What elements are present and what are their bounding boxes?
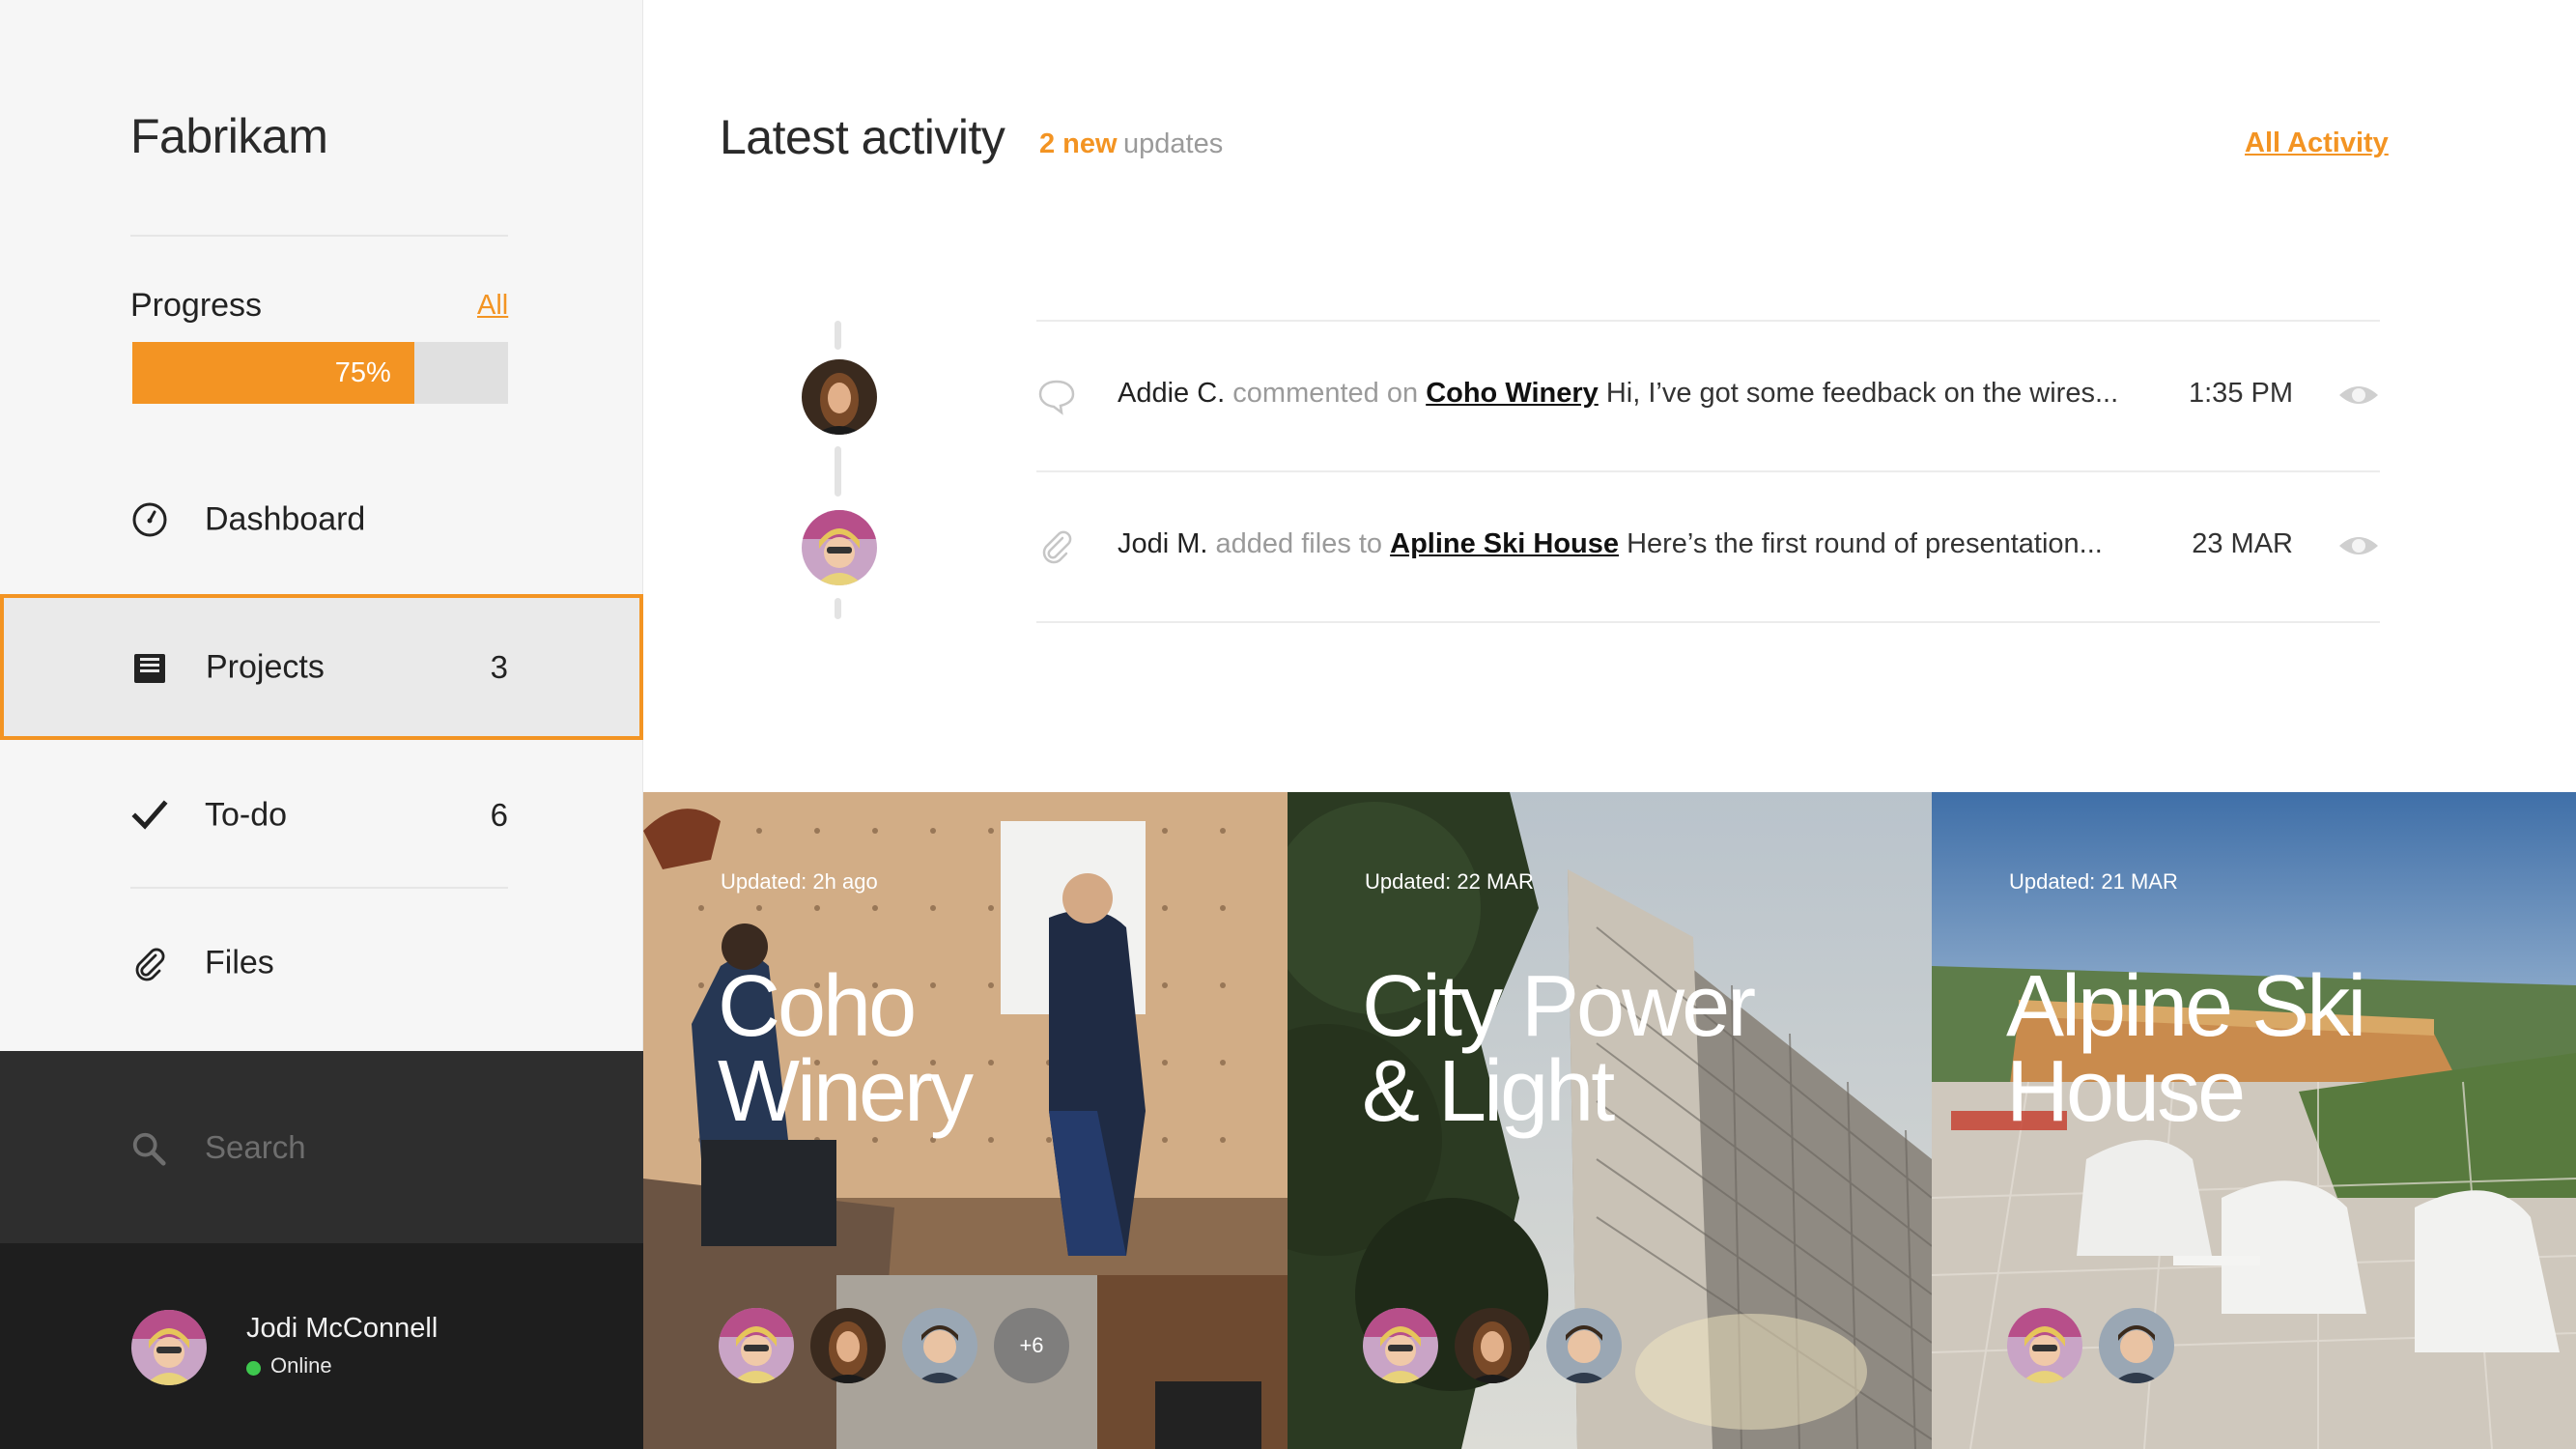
project-title-line: Coho — [718, 958, 917, 1055]
sidebar: Fabrikam Progress All 75% Dashboard Proj… — [0, 0, 643, 1449]
timeline-segment — [835, 321, 841, 350]
eye-icon[interactable] — [2337, 530, 2380, 561]
activity-time: 23 MAR — [2192, 528, 2293, 559]
avatar[interactable] — [902, 1308, 977, 1383]
project-title-line: House — [2006, 1043, 2246, 1140]
avatar[interactable] — [131, 1310, 207, 1385]
user-panel[interactable]: Jodi McConnell Online — [0, 1243, 643, 1449]
checkmark-icon — [131, 800, 168, 830]
sidebar-item-files[interactable]: Files — [0, 891, 643, 1036]
comment-icon — [1038, 380, 1075, 415]
sidebar-item-projects[interactable]: Projects 3 — [0, 594, 643, 740]
search-icon[interactable] — [130, 1130, 167, 1167]
more-members-badge[interactable]: +6 — [994, 1308, 1069, 1383]
avatar[interactable] — [802, 510, 877, 585]
user-name: Jodi McConnell — [246, 1313, 439, 1344]
sidebar-item-count: 6 — [490, 797, 508, 833]
activity-item[interactable]: Addie C. commented on Coho Winery Hi, I’… — [1036, 320, 2380, 472]
avatar[interactable] — [2007, 1308, 2082, 1383]
activity-project-link[interactable]: Apline Ski House — [1390, 528, 1619, 559]
project-title-line: Winery — [718, 1043, 974, 1140]
project-title: City Power & Light — [1362, 958, 1864, 1140]
project-card-coho-winery[interactable]: Updated: 2h ago Coho Winery +6 — [643, 792, 1288, 1449]
activity-text: Addie C. commented on Coho Winery Hi, I’… — [1118, 378, 2118, 410]
divider — [130, 887, 508, 889]
brand-name: Fabrikam — [130, 109, 328, 163]
sidebar-item-dashboard[interactable]: Dashboard — [0, 447, 643, 592]
sidebar-item-count: 3 — [490, 648, 508, 685]
activity-verb: commented on — [1232, 378, 1419, 409]
progress-fill: 75% — [132, 342, 414, 404]
sidebar-item-label: Dashboard — [205, 500, 366, 538]
activity-item[interactable]: Jodi M. added files to Apline Ski House … — [1036, 470, 2380, 623]
search-input[interactable] — [205, 1124, 591, 1171]
activity-time: 1:35 PM — [2189, 378, 2293, 409]
project-card-city-power-light[interactable]: Updated: 22 MAR City Power & Light — [1288, 792, 1932, 1449]
progress-label: Progress — [130, 287, 263, 324]
activity-user: Addie C. — [1118, 378, 1226, 409]
avatar[interactable] — [1455, 1308, 1530, 1383]
search-bar — [0, 1051, 643, 1243]
progress-bar: 75% — [132, 342, 508, 404]
activity-verb: added files to — [1215, 528, 1383, 559]
progress-all-link[interactable]: All — [477, 290, 508, 322]
project-title-line: City Power — [1362, 958, 1756, 1055]
timeline-segment — [835, 598, 841, 619]
project-title: Alpine Ski House — [2006, 958, 2508, 1140]
new-updates-count: 2 new — [1039, 128, 1118, 159]
new-updates-label: updates — [1123, 128, 1224, 159]
paperclip-icon — [135, 948, 165, 981]
activity-text: Jodi M. added files to Apline Ski House … — [1118, 528, 2103, 560]
divider — [130, 235, 508, 237]
project-card-alpine-ski-house[interactable]: Updated: 21 MAR Alpine Ski House — [1932, 792, 2576, 1449]
paperclip-icon — [1042, 530, 1072, 564]
project-title: Coho Winery — [718, 958, 1220, 1140]
avatar[interactable] — [1546, 1308, 1622, 1383]
activity-user: Jodi M. — [1118, 528, 1208, 559]
activity-message: Here’s the first round of presentation..… — [1627, 528, 2103, 559]
progress-value: 75% — [334, 357, 391, 388]
timeline-segment — [835, 446, 841, 497]
project-title-line: Alpine Ski — [2006, 958, 2366, 1055]
avatar[interactable] — [2099, 1308, 2174, 1383]
project-title-line: & Light — [1362, 1043, 1615, 1140]
all-activity-link[interactable]: All Activity — [2245, 128, 2389, 159]
project-updated: Updated: 22 MAR — [1365, 869, 1534, 894]
user-status: Online — [270, 1353, 332, 1378]
activity-project-link[interactable]: Coho Winery — [1426, 378, 1599, 409]
eye-icon[interactable] — [2337, 380, 2380, 411]
online-status-dot — [246, 1361, 261, 1376]
project-updated: Updated: 21 MAR — [2009, 869, 2178, 894]
project-updated: Updated: 2h ago — [721, 869, 878, 894]
activity-message: Hi, I’ve got some feedback on the wires.… — [1605, 378, 2119, 409]
sidebar-item-label: Projects — [206, 648, 325, 685]
avatar[interactable] — [719, 1308, 794, 1383]
sidebar-item-todo[interactable]: To-do 6 — [0, 743, 643, 888]
dashboard-icon — [132, 502, 167, 537]
page-title: Latest activity — [720, 110, 1005, 164]
projects-icon — [134, 653, 165, 683]
sidebar-item-label: To-do — [205, 796, 288, 834]
avatar[interactable] — [1363, 1308, 1438, 1383]
avatar[interactable] — [810, 1308, 886, 1383]
sidebar-item-label: Files — [205, 944, 274, 981]
avatar[interactable] — [802, 359, 877, 435]
